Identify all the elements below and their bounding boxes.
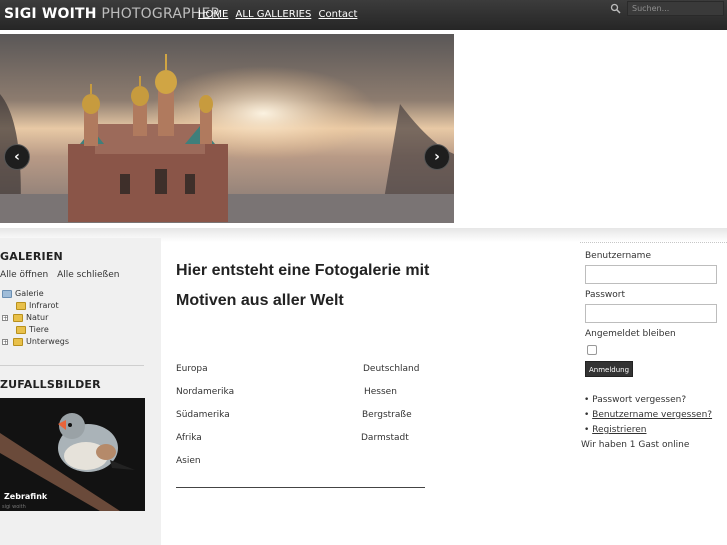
search-input[interactable]	[627, 1, 724, 16]
tree-controls: Alle öffnen Alle schließen	[0, 270, 125, 280]
slider-next-button[interactable]: ›	[424, 144, 450, 170]
random-image-caption: Zebrafink	[4, 492, 48, 501]
gallery-tree: Galerie Infrarot + Natur Tiere + Unterwegs	[2, 288, 69, 348]
random-images-heading: ZUFALLSBILDER	[0, 378, 101, 391]
region-darmstadt[interactable]: Darmstadt	[361, 431, 409, 445]
username-field[interactable]	[585, 265, 717, 284]
register-item: • Registrieren	[584, 425, 647, 435]
content-rule	[176, 487, 425, 488]
forgot-password-link[interactable]: Passwort vergessen?	[592, 395, 686, 405]
password-field[interactable]	[585, 304, 717, 323]
galleries-heading: GALERIEN	[0, 250, 63, 263]
forgot-password-item: • Passwort vergessen?	[584, 395, 687, 405]
sidebar-divider	[0, 365, 144, 366]
tree-item-infrarot[interactable]: Infrarot	[2, 300, 69, 312]
region-europa[interactable]: Europa	[176, 362, 208, 376]
tree-item-tiere[interactable]: Tiere	[2, 324, 69, 336]
folder-icon	[13, 313, 23, 322]
expand-icon[interactable]: +	[2, 314, 8, 321]
headline-line-1: Hier entsteht eine Fotogalerie mit	[176, 262, 430, 279]
login-links: • Passwort vergessen? • Benutzername ver…	[584, 394, 712, 439]
register-link[interactable]: Registrieren	[592, 425, 646, 435]
site-logo[interactable]: SIGI WOITH PHOTOGRAPHER	[4, 6, 220, 22]
region-asien[interactable]: Asien	[176, 454, 201, 468]
tree-root[interactable]: Galerie	[2, 288, 69, 300]
region-nordamerika[interactable]: Nordamerika	[176, 385, 234, 399]
main-nav: HOME ALL GALLERIES Contact	[198, 9, 361, 20]
close-all-link[interactable]: Alle schließen	[57, 270, 119, 280]
region-afrika[interactable]: Afrika	[176, 431, 202, 445]
image-slider[interactable]: ‹ ›	[0, 34, 454, 223]
nav-home[interactable]: HOME	[198, 9, 228, 20]
open-all-link[interactable]: Alle öffnen	[0, 270, 48, 280]
random-image-credit: sigi woith	[2, 504, 26, 510]
folder-icon	[13, 337, 23, 346]
tree-label: Unterwegs	[26, 337, 69, 346]
login-top-divider	[580, 242, 727, 243]
forgot-username-link[interactable]: Benutzername vergessen?	[592, 410, 712, 420]
random-image[interactable]: Zebrafink sigi woith	[0, 398, 145, 511]
forgot-username-item: • Benutzername vergessen?	[584, 410, 713, 420]
chevron-right-icon: ›	[434, 149, 440, 165]
chevron-left-icon: ‹	[14, 149, 20, 165]
folder-icon	[16, 301, 26, 310]
expand-icon[interactable]: +	[2, 338, 8, 345]
slider-prev-button[interactable]: ‹	[4, 144, 30, 170]
search-icon[interactable]	[610, 3, 621, 14]
remember-checkbox[interactable]	[587, 345, 597, 355]
nav-all-galleries[interactable]: ALL GALLERIES	[236, 9, 312, 20]
remember-label: Angemeldet bleiben	[585, 329, 676, 339]
tree-item-natur[interactable]: + Natur	[2, 312, 69, 324]
nav-contact[interactable]: Contact	[319, 9, 358, 20]
folder-icon	[16, 325, 26, 334]
login-button[interactable]: Anmeldung	[585, 361, 633, 377]
page-headline: Hier entsteht eine Fotogalerie mit Motiv…	[176, 256, 466, 316]
username-label: Benutzername	[585, 251, 651, 261]
online-status: Wir haben 1 Gast online	[581, 440, 690, 450]
tree-label: Tiere	[29, 325, 49, 334]
region-deutschland[interactable]: Deutschland	[363, 362, 419, 376]
region-bergstrasse[interactable]: Bergstraße	[362, 408, 412, 422]
tree-item-unterwegs[interactable]: + Unterwegs	[2, 336, 69, 348]
logo-name: SIGI WOITH	[4, 6, 97, 22]
headline-line-2: Motiven aus aller Welt	[176, 292, 344, 309]
region-suedamerika[interactable]: Südamerika	[176, 408, 230, 422]
tree-label: Natur	[26, 313, 49, 322]
password-label: Passwort	[585, 290, 626, 300]
tree-label: Infrarot	[29, 301, 59, 310]
tree-label: Galerie	[15, 289, 44, 298]
region-hessen[interactable]: Hessen	[364, 385, 397, 399]
top-bar: SIGI WOITH PHOTOGRAPHER HOME ALL GALLERI…	[0, 0, 727, 30]
slider-photo-church	[0, 34, 454, 223]
folder-icon	[2, 289, 12, 298]
